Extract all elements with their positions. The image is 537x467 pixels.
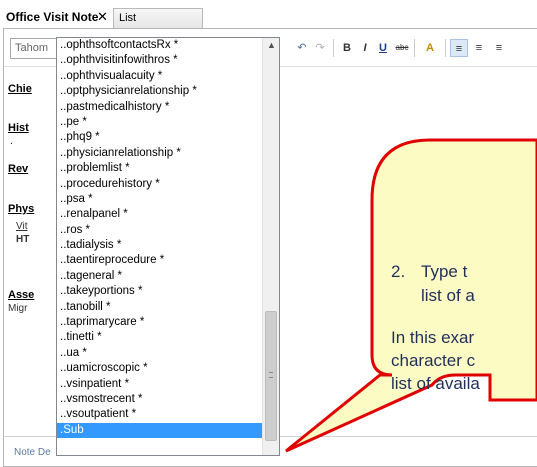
- toolbar-separator: [333, 39, 334, 57]
- list-item[interactable]: ..taprimarycare *: [57, 315, 263, 330]
- list-item[interactable]: ..vsmostrecent *: [57, 392, 263, 407]
- bold-button[interactable]: B: [339, 39, 355, 57]
- list-item[interactable]: ..procedurehistory *: [57, 177, 263, 192]
- list-item[interactable]: ..psa *: [57, 192, 263, 207]
- list-item[interactable]: ..renalpanel *: [57, 207, 263, 222]
- list-item[interactable]: ..ros *: [57, 223, 263, 238]
- list-item[interactable]: ..tadialysis *: [57, 238, 263, 253]
- list-item[interactable]: ..phq9 *: [57, 130, 263, 145]
- section-assessment: Asse: [8, 289, 35, 301]
- underline-button[interactable]: U: [375, 39, 391, 57]
- tab-office-visit-note[interactable]: Office Visit Note: [0, 6, 104, 28]
- callout-line-5: list of availa: [391, 374, 480, 393]
- callout-line-1: Type t: [421, 262, 468, 281]
- list-item[interactable]: ..takeyportions *: [57, 284, 263, 299]
- tab-bar: Office Visit Note ✕ List: [0, 0, 537, 28]
- list-item[interactable]: .Sub: [57, 422, 263, 439]
- font-color-button[interactable]: A: [419, 39, 441, 57]
- vitals-label: Vit: [16, 221, 28, 232]
- dropdown-scrollbar[interactable]: ▲: [262, 38, 279, 455]
- history-text: .: [10, 136, 13, 147]
- tab-list[interactable]: List: [113, 8, 203, 28]
- list-item[interactable]: ..optphysicianrelationship *: [57, 84, 263, 99]
- list-item[interactable]: ..vsinpatient *: [57, 377, 263, 392]
- list-item[interactable]: ..physicianrelationship *: [57, 146, 263, 161]
- callout-line-4: character c: [391, 351, 476, 370]
- list-item[interactable]: ..ua *: [57, 346, 263, 361]
- list-item[interactable]: ..ophthvisualacuity *: [57, 69, 263, 84]
- height-label: HT: [16, 234, 30, 245]
- list-item[interactable]: ..tinetti *: [57, 330, 263, 345]
- section-physical: Phys: [8, 203, 35, 215]
- assessment-text: Migr: [8, 303, 28, 314]
- list-item[interactable]: ..tanobill *: [57, 300, 263, 315]
- callout-step-number: 2.: [391, 262, 406, 281]
- tab-list-label: List: [119, 12, 137, 24]
- scroll-up-icon[interactable]: ▲: [267, 40, 276, 50]
- callout-line-2: list of a: [421, 286, 475, 305]
- list-item[interactable]: ..pastmedicalhistory *: [57, 100, 263, 115]
- list-item[interactable]: ..problemlist *: [57, 161, 263, 176]
- callout-line-3: In this exar: [391, 328, 475, 347]
- redo-icon[interactable]: ↷: [312, 39, 328, 57]
- align-left-button[interactable]: ≡: [450, 39, 468, 57]
- list-item[interactable]: ..tageneral *: [57, 269, 263, 284]
- list-item[interactable]: ..ophthvisitinfowithros *: [57, 53, 263, 68]
- list-item[interactable]: ..taentireprocedure *: [57, 253, 263, 268]
- list-item[interactable]: ..pe *: [57, 115, 263, 130]
- align-center-button[interactable]: ≡: [470, 39, 488, 57]
- section-history: Hist: [8, 122, 29, 134]
- scrollbar-thumb[interactable]: [265, 311, 277, 441]
- list-item[interactable]: ..vsoutpatient *: [57, 407, 263, 422]
- italic-button[interactable]: I: [357, 39, 373, 57]
- scrollbar-grip-icon: [269, 372, 273, 378]
- strikethrough-button[interactable]: abc: [393, 39, 411, 57]
- align-right-button[interactable]: ≡: [490, 39, 508, 57]
- undo-icon[interactable]: ↶: [294, 39, 310, 57]
- list-item[interactable]: ..ophthsoftcontactsRx *: [57, 38, 263, 53]
- tab-office-visit-note-label: Office Visit Note: [6, 10, 99, 24]
- toolbar-separator: [414, 39, 415, 57]
- note-description-label: Note De: [14, 447, 51, 458]
- list-item[interactable]: ..uamicroscopic *: [57, 361, 263, 376]
- close-icon[interactable]: ✕: [97, 6, 108, 28]
- section-review: Rev: [8, 163, 29, 175]
- dropdown-list: ..ophthsoftcontactsRx * ..ophthvisitinfow…: [57, 38, 263, 439]
- section-chief-complaint: Chie: [8, 83, 32, 95]
- toolbar-separator: [445, 39, 446, 57]
- autocomplete-dropdown[interactable]: ..ophthsoftcontactsRx * ..ophthvisitinfow…: [56, 37, 280, 456]
